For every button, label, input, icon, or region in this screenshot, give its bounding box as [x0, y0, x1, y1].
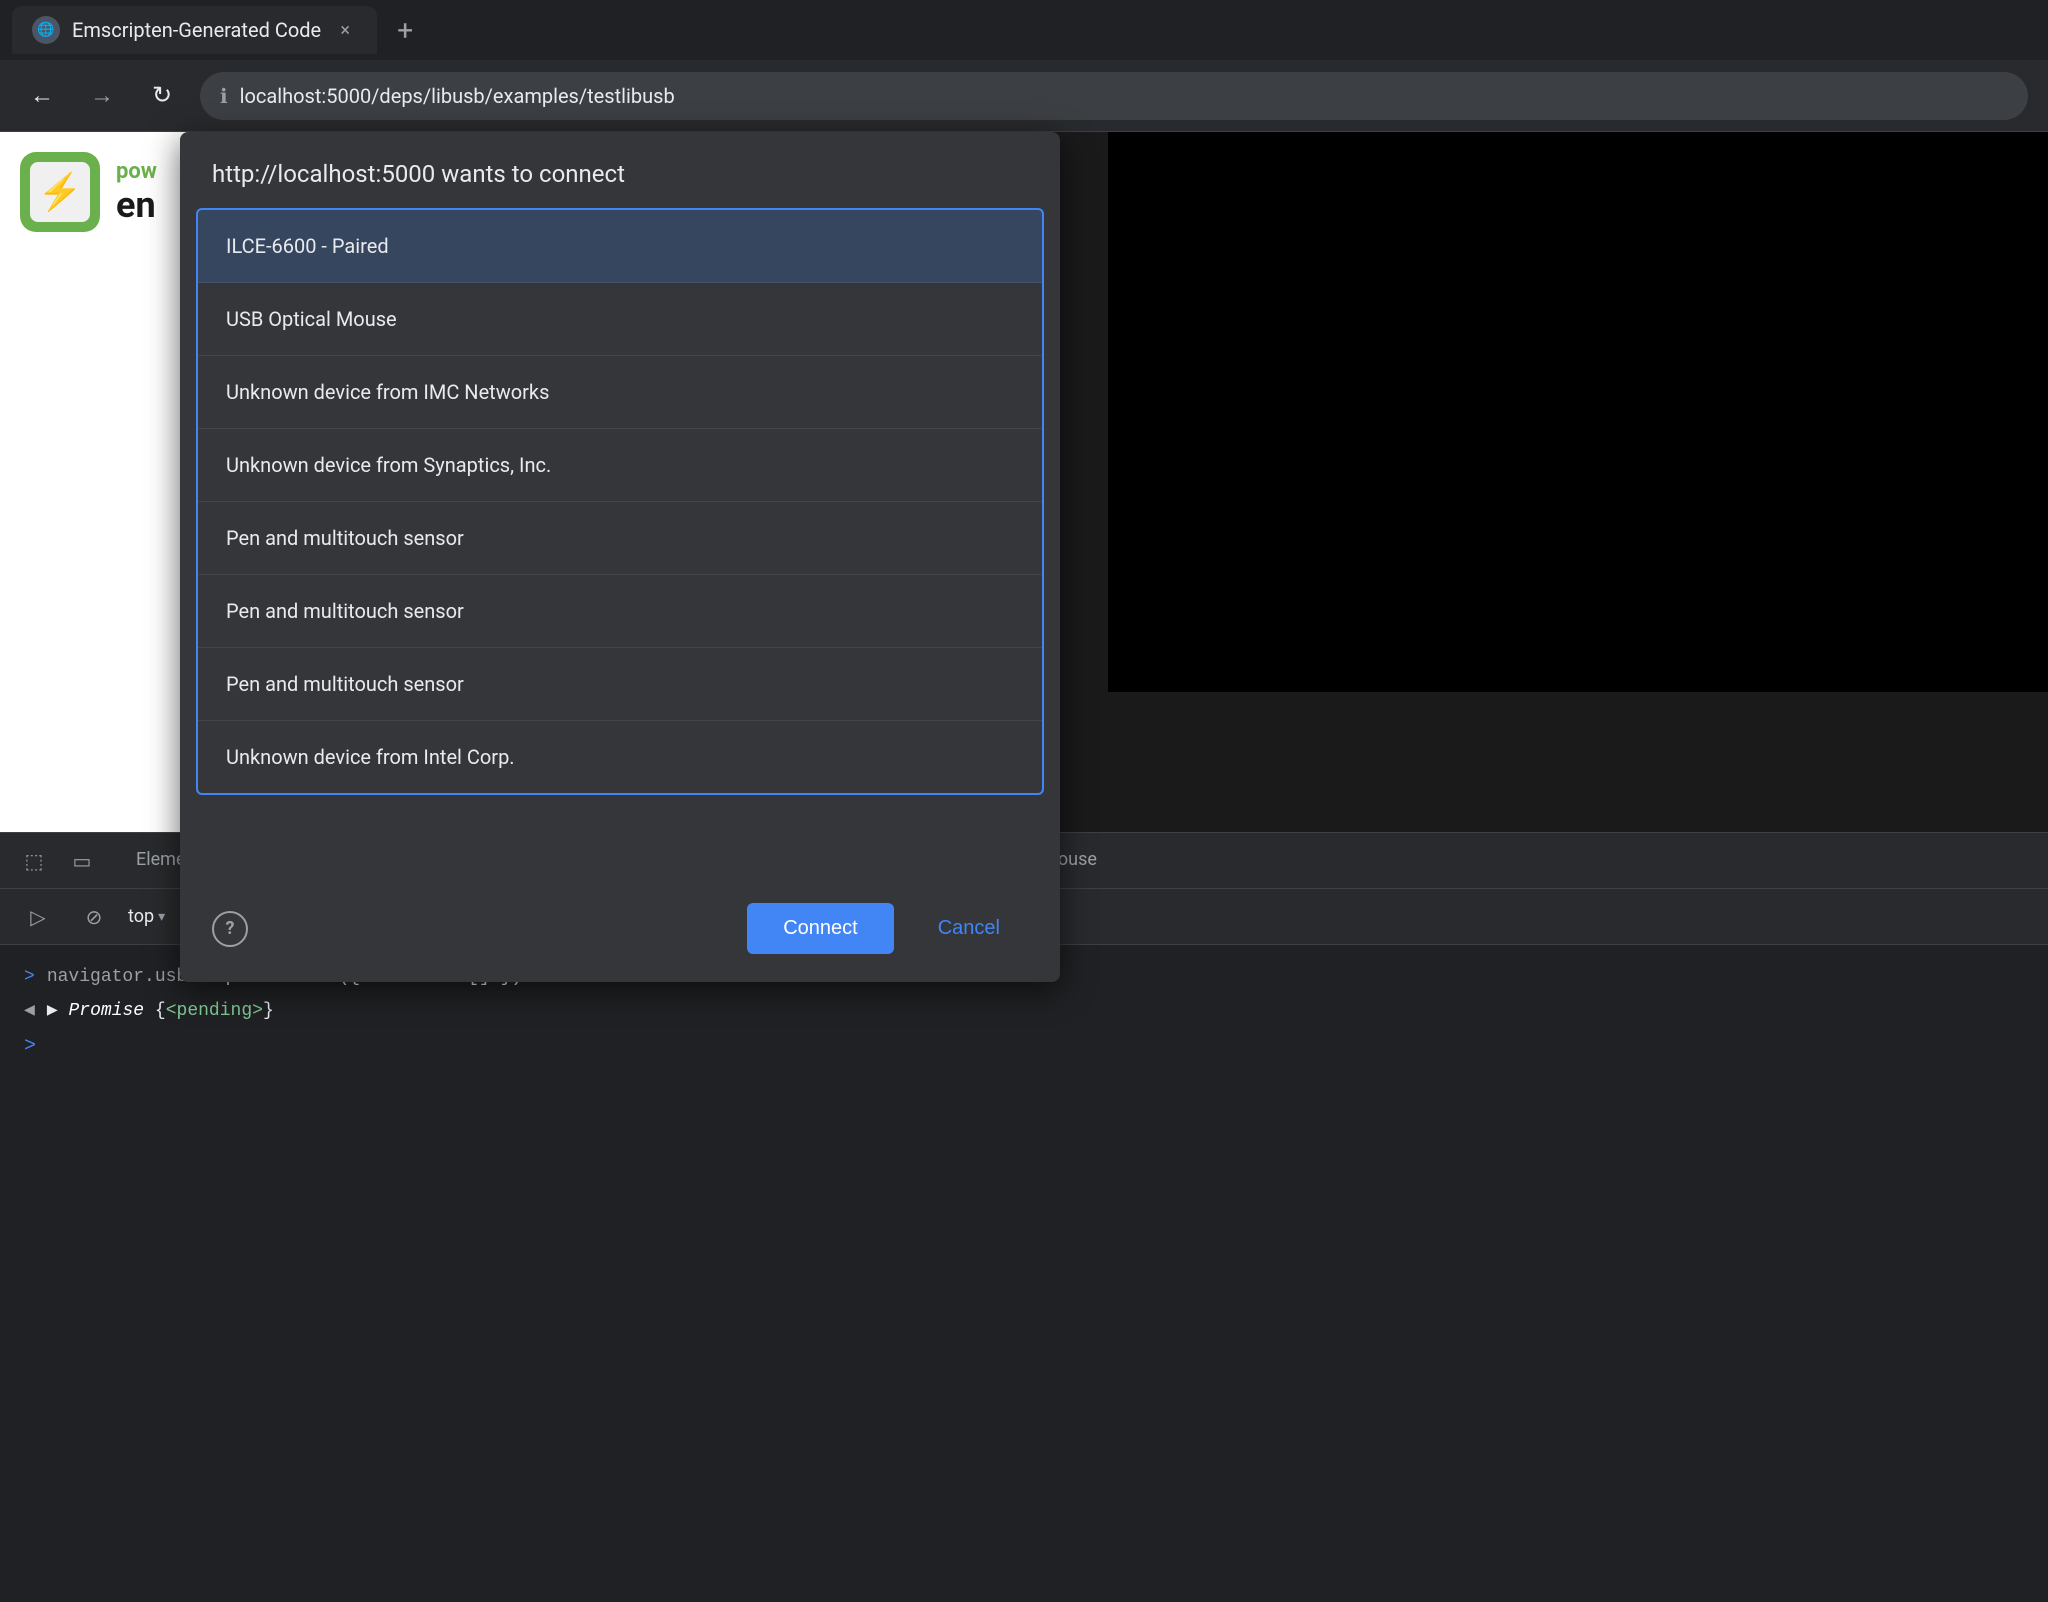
connect-button[interactable]: Connect	[747, 903, 894, 954]
console-line-output: ◀ ▶ Promise {<pending>}	[24, 993, 2024, 1027]
app-icon-inner: ⚡	[30, 162, 90, 222]
mobile-icon[interactable]: ▭	[60, 839, 104, 883]
console-code-2: ▶ Promise {<pending>}	[47, 999, 274, 1021]
tab-title: Emscripten-Generated Code	[72, 18, 321, 42]
new-tab-button[interactable]: +	[385, 10, 425, 50]
app-text: pow en	[116, 159, 157, 226]
input-arrow: >	[24, 967, 35, 987]
app-icon: ⚡	[20, 152, 100, 232]
device-list: ILCE-6600 - Paired USB Optical Mouse Unk…	[196, 208, 1044, 795]
prompt-arrow: >	[24, 1035, 36, 1058]
usb-dialog: http://localhost:5000 wants to connect I…	[180, 132, 1060, 982]
dialog-buttons: Connect Cancel	[747, 903, 1028, 954]
device-item-2[interactable]: Unknown device from IMC Networks	[198, 356, 1042, 429]
block-icon[interactable]: ⊘	[72, 895, 116, 939]
device-item-6[interactable]: Pen and multitouch sensor	[198, 648, 1042, 721]
dialog-empty-space	[180, 795, 1060, 875]
device-item-3[interactable]: Unknown device from Synaptics, Inc.	[198, 429, 1042, 502]
device-item-0[interactable]: ILCE-6600 - Paired	[198, 210, 1042, 283]
output-arrow: ◀	[24, 999, 35, 1021]
tab-favicon: 🌐	[32, 16, 60, 44]
reload-button[interactable]: ↻	[140, 74, 184, 118]
app-name-top: pow	[116, 159, 157, 184]
device-item-4[interactable]: Pen and multitouch sensor	[198, 502, 1042, 575]
devtools-tab-icons: ⬚ ▭	[12, 839, 104, 883]
browser-chrome: 🌐 Emscripten-Generated Code × + ← → ↻ ℹ …	[0, 0, 2048, 132]
nav-bar: ← → ↻ ℹ localhost:5000/deps/libusb/examp…	[0, 60, 2048, 132]
device-item-5[interactable]: Pen and multitouch sensor	[198, 575, 1042, 648]
tab-bar: 🌐 Emscripten-Generated Code × +	[0, 0, 2048, 60]
dialog-title: http://localhost:5000 wants to connect	[180, 132, 1060, 208]
active-tab[interactable]: 🌐 Emscripten-Generated Code ×	[12, 6, 377, 54]
lightning-icon: ⚡	[38, 171, 83, 213]
forward-button[interactable]: →	[80, 74, 124, 118]
back-button[interactable]: ←	[20, 74, 64, 118]
cursor-icon[interactable]: ⬚	[12, 839, 56, 883]
dialog-footer: ? Connect Cancel	[180, 875, 1060, 982]
info-icon: ℹ	[220, 84, 228, 108]
help-icon[interactable]: ?	[212, 911, 248, 947]
tab-close-button[interactable]: ×	[333, 18, 357, 42]
context-selector[interactable]: top ▾	[128, 906, 165, 927]
device-item-1[interactable]: USB Optical Mouse	[198, 283, 1042, 356]
page-area: ⚡ pow en http://localhost:5000 wants to …	[0, 132, 2048, 832]
cancel-button[interactable]: Cancel	[910, 903, 1028, 954]
device-item-7[interactable]: Unknown device from Intel Corp.	[198, 721, 1042, 793]
app-name-bottom: en	[116, 184, 157, 226]
console-prompt: >	[24, 1027, 2024, 1066]
address-bar[interactable]: ℹ localhost:5000/deps/libusb/examples/te…	[200, 72, 2028, 120]
black-area-right	[1108, 132, 2048, 692]
chevron-down-icon: ▾	[158, 909, 165, 925]
address-text: localhost:5000/deps/libusb/examples/test…	[240, 84, 675, 108]
play-icon[interactable]: ▷	[16, 895, 60, 939]
